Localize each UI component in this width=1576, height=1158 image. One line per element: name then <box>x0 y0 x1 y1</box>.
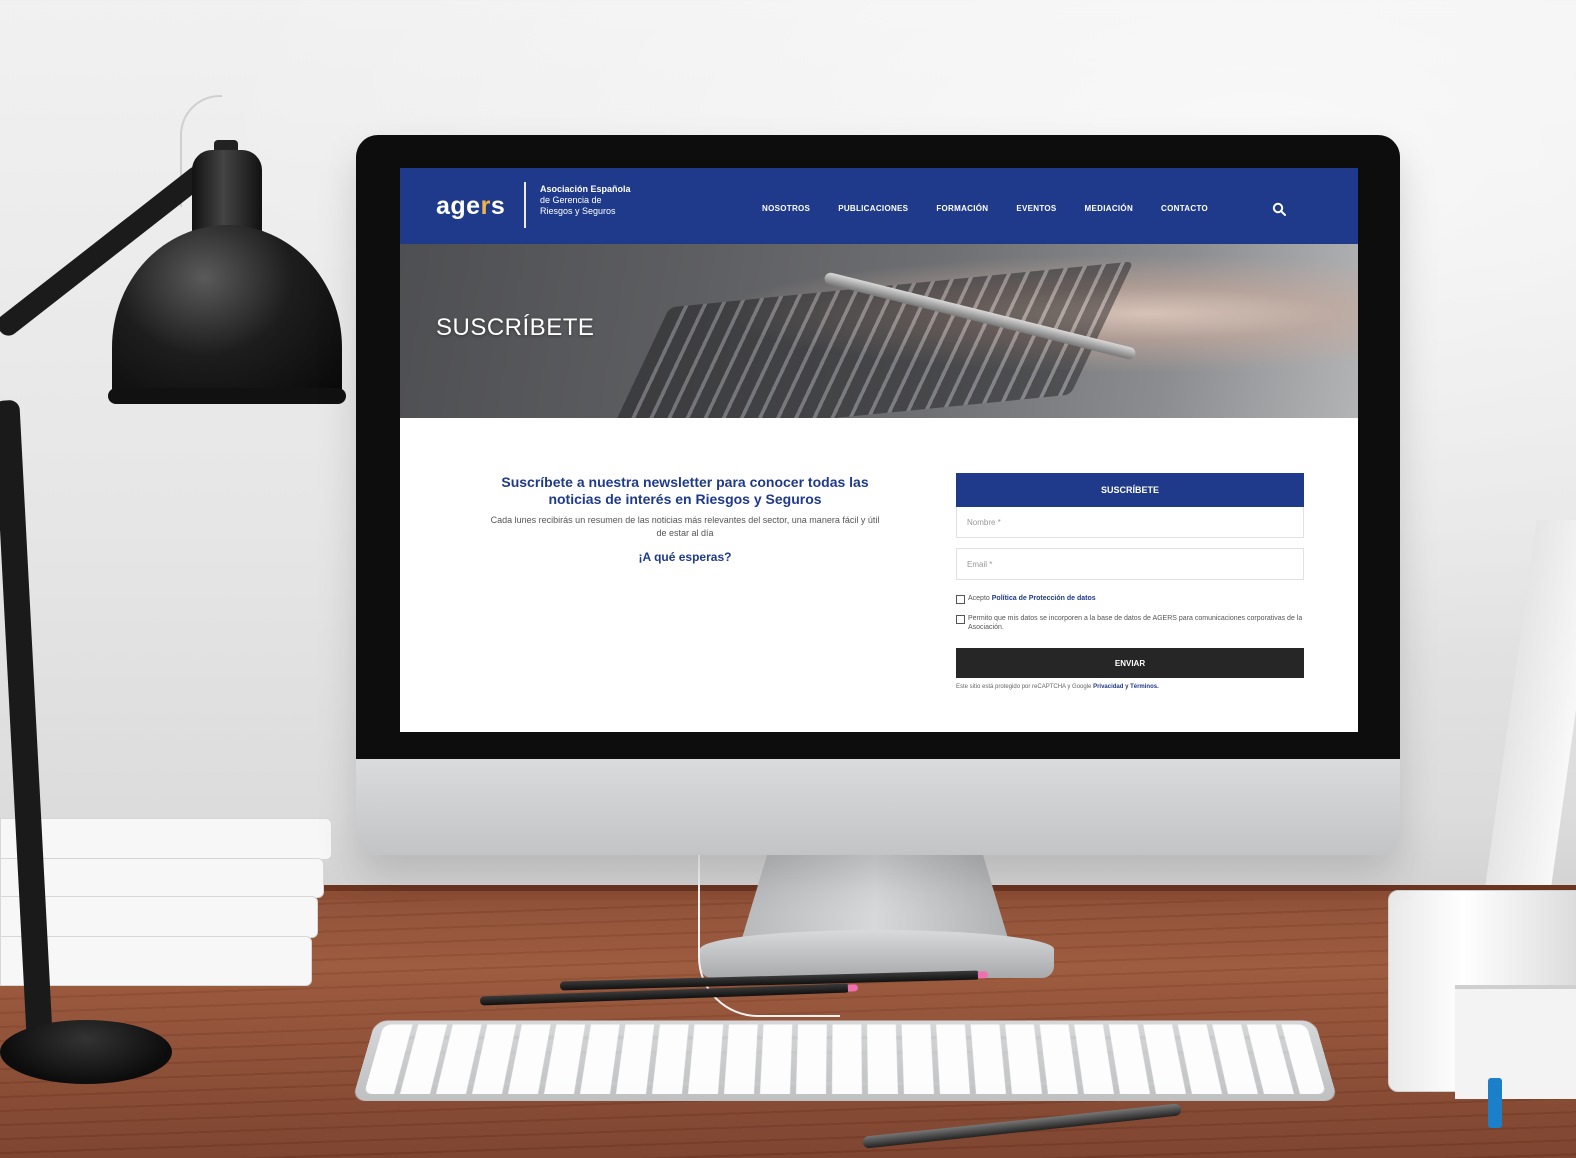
privacy-link[interactable]: Política de Protección de datos <box>992 595 1096 602</box>
hero-banner: SUSCRÍBETE <box>400 244 1358 441</box>
privacy-text: Acepto <box>968 595 990 602</box>
search-icon[interactable] <box>1272 202 1286 216</box>
privacy-checkbox[interactable] <box>956 595 965 604</box>
logo-accent: r <box>480 192 491 220</box>
logo-subtitle: Asociación Española de Gerencia de Riesg… <box>540 184 690 217</box>
nav-mediacion[interactable]: MEDIACIÓN <box>1085 204 1133 213</box>
form-header: SUSCRÍBETE <box>956 473 1304 507</box>
binder-spine <box>1455 985 1576 1099</box>
intro-cta: ¡A qué esperas? <box>638 550 732 564</box>
nav-formacion[interactable]: FORMACIÓN <box>936 204 988 213</box>
logo-subtitle-line: de Gerencia de <box>540 195 602 205</box>
page-title: SUSCRÍBETE <box>436 314 595 341</box>
binder-tab <box>1488 1078 1502 1128</box>
monitor-chin <box>356 759 1400 855</box>
logo-subtitle-line: Riesgos y Seguros <box>540 206 616 216</box>
nav-nosotros[interactable]: NOSOTROS <box>762 204 810 213</box>
book <box>0 858 324 898</box>
book <box>0 896 318 938</box>
site-header: agers Asociación Española de Gerencia de… <box>400 168 1358 244</box>
consent-checkbox[interactable] <box>956 615 965 624</box>
consent-label: Permito que mis datos se incorporen a la… <box>968 615 1303 631</box>
recaptcha-links[interactable]: Privacidad y Términos. <box>1093 684 1159 690</box>
recaptcha-notice: Este sitio está protegido por reCAPTCHA … <box>956 684 1304 690</box>
website-screen: agers Asociación Española de Gerencia de… <box>400 168 1358 732</box>
name-field[interactable]: Nombre * <box>956 507 1304 538</box>
logo-text: s <box>490 192 506 220</box>
recaptcha-text: Este sitio está protegido por reCAPTCHA … <box>956 684 1092 690</box>
email-field[interactable]: Email * <box>956 548 1304 580</box>
pencil-eraser <box>847 984 859 992</box>
intro-description: Cada lunes recibirás un resumen de las n… <box>490 515 880 538</box>
book <box>0 818 332 860</box>
logo-divider <box>524 182 526 228</box>
keyboard-keys <box>364 1024 1326 1094</box>
intro-column: Suscríbete a nuestra newsletter para con… <box>490 474 880 564</box>
privacy-checkbox-row: Acepto Política de Protección de datos <box>956 594 1304 604</box>
logo-subtitle-line: Asociación Española <box>540 184 631 194</box>
logo-text: age <box>436 192 481 220</box>
main-nav: NOSOTROS PUBLICACIONES FORMACIÓN EVENTOS… <box>762 204 1208 213</box>
nav-publicaciones[interactable]: PUBLICACIONES <box>838 204 908 213</box>
submit-button[interactable]: ENVIAR <box>956 648 1304 678</box>
intro-headline: Suscríbete a nuestra newsletter para con… <box>501 474 869 507</box>
lamp-rim <box>108 388 346 404</box>
privacy-label: Acepto Política de Protección de datos <box>968 594 1096 603</box>
consent-checkbox-row: Permito que mis datos se incorporen a la… <box>956 614 1304 632</box>
lamp-base <box>0 1020 172 1084</box>
main-content: Suscríbete a nuestra newsletter para con… <box>400 418 1358 732</box>
nav-eventos[interactable]: EVENTOS <box>1016 204 1056 213</box>
site-logo[interactable]: agers <box>436 192 505 221</box>
nav-contacto[interactable]: CONTACTO <box>1161 204 1208 213</box>
subscribe-form: SUSCRÍBETE Nombre * Email * Acepto Polít… <box>956 473 1304 690</box>
pencil-eraser <box>977 971 989 979</box>
